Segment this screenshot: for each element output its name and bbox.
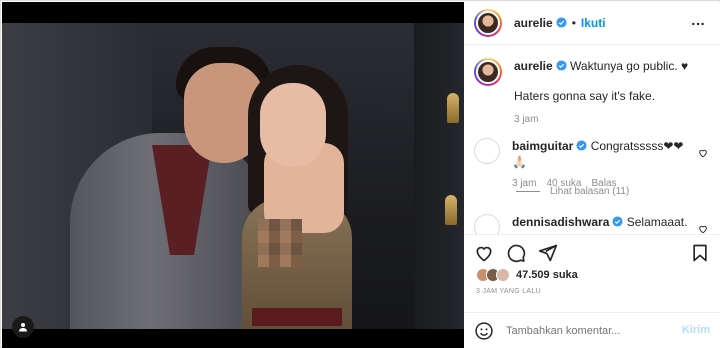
follow-button[interactable]: Ikuti xyxy=(581,16,606,30)
emoji-icon[interactable] xyxy=(474,321,494,341)
verified-icon xyxy=(556,60,567,71)
avatar xyxy=(496,268,510,282)
user-tag-icon[interactable] xyxy=(12,316,34,338)
bookmark-icon[interactable] xyxy=(690,243,710,263)
more-icon[interactable] xyxy=(690,16,706,32)
caption: aurelie Waktunya go public. ♥ Haters gon… xyxy=(474,58,714,128)
avatar[interactable] xyxy=(474,9,502,37)
post-side-panel: aurelie • Ikuti aurelie Waktunya go publ… xyxy=(464,2,720,348)
comment-like-icon[interactable] xyxy=(698,148,708,158)
comment-username[interactable]: baimguitar xyxy=(512,139,573,153)
caption-line-2: Haters gonna say it's fake. xyxy=(514,89,656,103)
caption-username[interactable]: aurelie xyxy=(514,59,553,73)
post-modal: aurelie • Ikuti aurelie Waktunya go publ… xyxy=(0,0,720,348)
post-actions: 47.509 suka 3 JAM YANG LALU xyxy=(464,234,720,314)
avatar[interactable] xyxy=(474,138,500,164)
comments-list[interactable]: aurelie Waktunya go public. ♥ Haters gon… xyxy=(464,46,720,234)
view-replies-button[interactable]: Lihat balasan (11) xyxy=(516,186,629,197)
comment-item: dennisadishwara Selamaaat. xyxy=(474,214,714,234)
liked-by[interactable]: 47.509 suka xyxy=(476,268,578,282)
verified-icon xyxy=(612,216,623,227)
verified-icon xyxy=(556,17,567,28)
likes-count[interactable]: 47.509 suka xyxy=(516,269,578,281)
post-photo xyxy=(2,23,464,329)
comment-text: Selamaaat. xyxy=(626,215,688,229)
comment-username[interactable]: dennisadishwara xyxy=(512,215,609,229)
caption-line-1: Waktunya go public. ♥ xyxy=(570,59,689,73)
comment-composer: Kirim xyxy=(464,312,720,348)
heart-icon[interactable] xyxy=(474,243,494,263)
comment-like-icon[interactable] xyxy=(698,224,708,234)
comment-input[interactable] xyxy=(506,324,666,337)
avatar[interactable] xyxy=(474,58,502,86)
avatar[interactable] xyxy=(474,214,500,234)
author-username[interactable]: aurelie xyxy=(514,16,567,30)
comment-item: baimguitar Congratsssss❤❤🙏🏻 3 jam 40 suk… xyxy=(474,138,714,192)
post-button[interactable]: Kirim xyxy=(682,324,710,336)
comment-icon[interactable] xyxy=(506,243,526,263)
verified-icon xyxy=(576,140,587,151)
caption-time: 3 jam xyxy=(514,114,539,125)
share-icon[interactable] xyxy=(538,243,558,263)
post-media[interactable] xyxy=(2,2,464,348)
post-header: aurelie • Ikuti xyxy=(464,2,720,45)
post-timestamp: 3 JAM YANG LALU xyxy=(476,288,541,295)
